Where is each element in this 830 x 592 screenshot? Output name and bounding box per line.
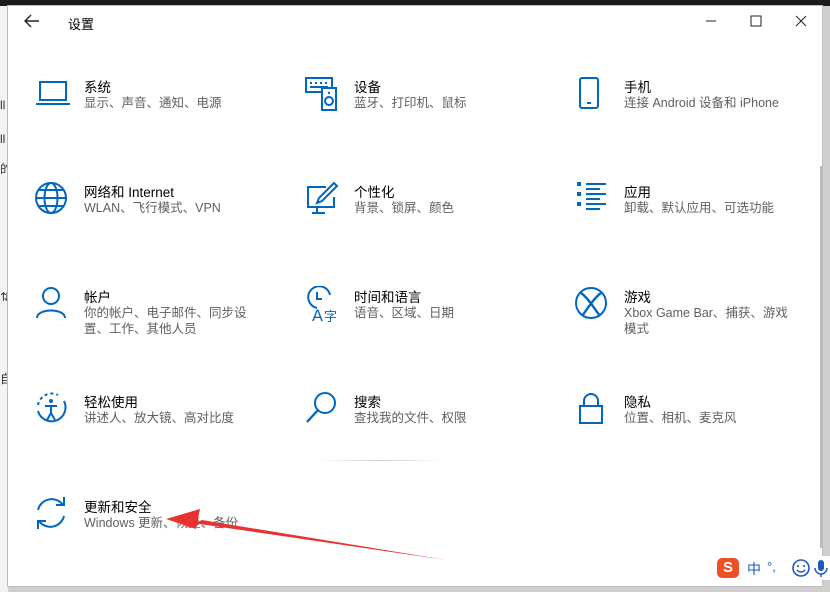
tile-title: 隐私 bbox=[624, 395, 651, 410]
keyboard-speaker-icon bbox=[305, 77, 337, 111]
tile-ease-of-access[interactable]: 轻松使用 讲述人、放大镜、高对比度 bbox=[34, 391, 274, 453]
tile-description: 讲述人、放大镜、高对比度 bbox=[84, 411, 235, 425]
close-button[interactable] bbox=[786, 10, 816, 32]
minimize-button[interactable] bbox=[696, 10, 726, 32]
tile-devices[interactable]: 设备 蓝牙、打印机、鼠标 bbox=[304, 76, 544, 138]
tile-gaming[interactable]: 游戏 Xbox Game Bar、捕获、游戏模式 bbox=[574, 286, 814, 348]
svg-text:A: A bbox=[312, 306, 323, 325]
paint-monitor-icon bbox=[307, 181, 339, 214]
title-bar: 设置 bbox=[8, 6, 822, 36]
tile-update-security[interactable]: 更新和安全 Windows 更新、恢复、备份 bbox=[34, 496, 274, 558]
tile-system[interactable]: 系统 显示、声音、通知、电源 bbox=[34, 76, 274, 138]
tile-time-language[interactable]: A 字 时间和语言 语音、区域、日期 bbox=[304, 286, 544, 348]
tile-description: WLAN、飞行模式、VPN bbox=[84, 201, 221, 215]
tile-search[interactable]: 搜索 查找我的文件、权限 bbox=[304, 391, 544, 453]
lock-icon bbox=[579, 393, 603, 424]
sogou-logo[interactable]: S bbox=[717, 558, 739, 578]
window-title: 设置 bbox=[68, 17, 95, 32]
person-icon bbox=[36, 287, 66, 319]
tile-description: 位置、相机、麦克风 bbox=[624, 411, 737, 425]
tile-title: 系统 bbox=[84, 80, 111, 95]
tile-title: 时间和语言 bbox=[354, 290, 422, 305]
tile-phone[interactable]: 手机 连接 Android 设备和 iPhone bbox=[574, 76, 814, 138]
apps-list-icon bbox=[577, 182, 606, 210]
tile-description: 显示、声音、通知、电源 bbox=[84, 96, 222, 110]
background-text: ll bbox=[0, 98, 6, 112]
tile-title: 更新和安全 bbox=[84, 500, 152, 515]
laptop-icon bbox=[36, 81, 70, 105]
scrollbar[interactable] bbox=[820, 166, 822, 548]
phone-icon bbox=[579, 77, 599, 109]
tile-network[interactable]: 网络和 Internet WLAN、飞行模式、VPN bbox=[34, 181, 274, 243]
time-language-icon: A 字 bbox=[307, 286, 337, 325]
tile-description: 蓝牙、打印机、鼠标 bbox=[354, 96, 467, 110]
tile-description: Windows 更新、恢复、备份 bbox=[84, 516, 239, 530]
tile-privacy[interactable]: 隐私 位置、相机、麦克风 bbox=[574, 391, 814, 453]
emoji-icon[interactable] bbox=[791, 558, 811, 578]
tile-title: 应用 bbox=[624, 185, 651, 200]
tile-title: 帐户 bbox=[84, 290, 111, 305]
settings-window: 设置 系统 显示、声音、通知、电源 设备 蓝牙、打印机、鼠标 手机 连接 And… bbox=[8, 6, 822, 586]
tile-title: 搜索 bbox=[354, 395, 381, 410]
tile-description: 背景、锁屏、颜色 bbox=[354, 201, 455, 215]
xbox-icon bbox=[575, 287, 607, 319]
tile-description: 卸载、默认应用、可选功能 bbox=[624, 201, 775, 215]
tile-description: Xbox Game Bar、捕获、游戏模式 bbox=[624, 306, 788, 336]
tile-personalization[interactable]: 个性化 背景、锁屏、颜色 bbox=[304, 181, 544, 243]
globe-icon bbox=[35, 182, 67, 214]
ime-punctuation-toggle[interactable]: °, bbox=[767, 559, 776, 574]
background-text: ll bbox=[0, 132, 6, 146]
tile-apps[interactable]: 应用 卸载、默认应用、可选功能 bbox=[574, 181, 814, 243]
sync-icon bbox=[37, 497, 65, 529]
tile-description: 连接 Android 设备和 iPhone bbox=[624, 96, 779, 110]
microphone-icon[interactable] bbox=[813, 558, 829, 578]
tile-description: 语音、区域、日期 bbox=[354, 306, 455, 320]
tile-title: 轻松使用 bbox=[84, 395, 138, 410]
tile-title: 个性化 bbox=[354, 185, 395, 200]
ime-language-toggle[interactable]: 中 bbox=[747, 559, 761, 579]
svg-text:字: 字 bbox=[324, 310, 337, 325]
back-arrow-icon[interactable] bbox=[20, 10, 44, 32]
tile-title: 网络和 Internet bbox=[84, 185, 175, 200]
section-divider bbox=[316, 460, 446, 461]
tile-accounts[interactable]: 帐户 你的帐户、电子邮件、同步设置、工作、其他人员 bbox=[34, 286, 274, 348]
tile-title: 手机 bbox=[624, 80, 651, 95]
search-icon bbox=[306, 392, 336, 423]
tile-title: 游戏 bbox=[624, 290, 651, 305]
tile-description: 查找我的文件、权限 bbox=[354, 411, 467, 425]
tile-description: 你的帐户、电子邮件、同步设置、工作、其他人员 bbox=[84, 306, 247, 336]
ease-of-access-icon bbox=[37, 392, 67, 423]
maximize-button[interactable] bbox=[741, 10, 771, 32]
tile-title: 设备 bbox=[354, 80, 381, 95]
ime-toolbar[interactable]: S 中 °, bbox=[715, 556, 830, 580]
